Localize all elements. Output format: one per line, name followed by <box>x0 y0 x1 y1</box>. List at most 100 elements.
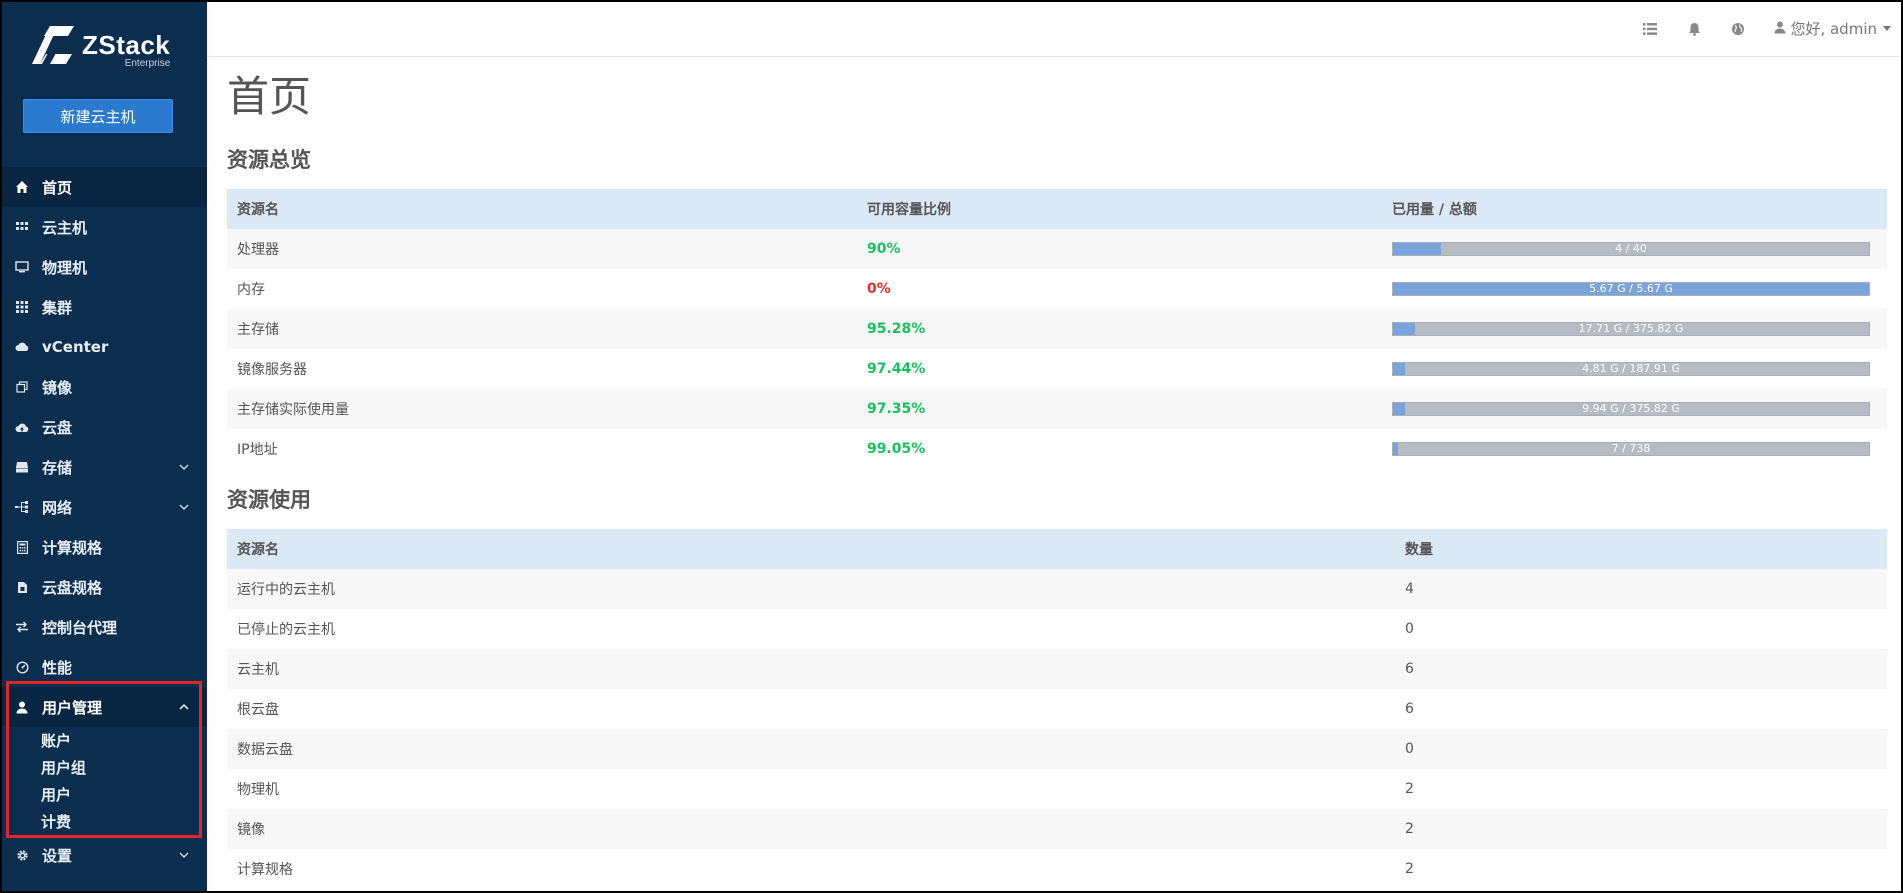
usage-progress-bar: 7 / 738 <box>1392 442 1870 456</box>
user-management-submenu: 账户 用户组 用户 计费 <box>0 727 207 835</box>
table-row: 主存储实际使用量 97.35% 9.94 G / 375.82 G <box>227 389 1887 429</box>
resource-name: 主存储 <box>227 309 857 349</box>
sidebar-item-label: 存储 <box>42 458 73 477</box>
column-header: 资源名 <box>227 529 1395 569</box>
sidebar-item-storage[interactable]: 存储 <box>0 447 207 487</box>
file-icon <box>14 579 30 595</box>
resource-name: 镜像 <box>227 809 1395 849</box>
logo-name: ZStack <box>82 30 171 60</box>
logo-mark-icon <box>32 26 74 64</box>
resource-name: 处理器 <box>227 229 857 269</box>
usage-cell: 9.94 G / 375.82 G <box>1382 389 1887 429</box>
sidebar-item-label: 云主机 <box>42 218 88 237</box>
sidebar-item-label: 首页 <box>42 178 73 197</box>
table-row: 计算规格 2 <box>227 849 1887 889</box>
sidebar-item-label: 计算规格 <box>42 538 103 557</box>
cluster-icon <box>14 299 30 315</box>
table-row: 已停止的云主机 0 <box>227 609 1887 649</box>
column-header: 数量 <box>1395 529 1887 569</box>
resource-count: 6 <box>1395 689 1887 729</box>
sidebar-nav: 首页 云主机 物理机 集群 vCenter 镜像 云盘 存储 网络 计算规格 云… <box>0 167 207 875</box>
sidebar-item-host[interactable]: 物理机 <box>0 247 207 287</box>
gear-icon <box>14 847 30 863</box>
resource-name: 数据云盘 <box>227 729 1395 769</box>
column-header: 资源名 <box>227 189 857 229</box>
sidebar-item-settings[interactable]: 设置 <box>0 835 207 875</box>
calculator-icon <box>14 539 30 555</box>
resource-usage-table: 资源名 数量 运行中的云主机 4 已停止的云主机 0 云主机 6 根云盘 6 数据云盘 0 物理机 2… <box>227 529 1887 889</box>
table-row: IP地址 99.05% 7 / 738 <box>227 429 1887 469</box>
submenu-item-user[interactable]: 用户 <box>41 781 207 808</box>
sidebar-item-label: 控制台代理 <box>42 618 118 637</box>
list-icon[interactable] <box>1642 21 1658 37</box>
table-row: 运行中的云主机 4 <box>227 569 1887 609</box>
table-row: 内存 0% 5.67 G / 5.67 G <box>227 269 1887 309</box>
sidebar-item-cluster[interactable]: 集群 <box>0 287 207 327</box>
usage-cell: 17.71 G / 375.82 G <box>1382 309 1887 349</box>
available-percentage: 97.35% <box>857 389 1382 429</box>
sidebar-item-image[interactable]: 镜像 <box>0 367 207 407</box>
sidebar-item-performance[interactable]: 性能 <box>0 647 207 687</box>
sidebar-item-volume[interactable]: 云盘 <box>0 407 207 447</box>
table-row: 云主机 6 <box>227 649 1887 689</box>
chevron-down-icon <box>179 852 189 859</box>
usage-progress-label: 5.67 G / 5.67 G <box>1589 282 1673 295</box>
usage-cell: 5.67 G / 5.67 G <box>1382 269 1887 309</box>
user-icon <box>1774 20 1786 38</box>
bell-icon[interactable] <box>1686 21 1702 37</box>
resource-overview-table: 资源名 可用容量比例 已用量 / 总额 处理器 90% 4 / 40 内存 0% 5.67… <box>227 189 1887 469</box>
sidebar-item-network[interactable]: 网络 <box>0 487 207 527</box>
usage-progress-bar: 4 / 40 <box>1392 242 1870 256</box>
table-row: 根云盘 6 <box>227 689 1887 729</box>
resource-name: 云主机 <box>227 649 1395 689</box>
usage-progress-label: 7 / 738 <box>1611 442 1651 455</box>
dashboard-icon <box>14 659 30 675</box>
table-row: 物理机 2 <box>227 769 1887 809</box>
main-content: 首页 资源总览 资源名 可用容量比例 已用量 / 总额 处理器 90% 4 / 40… <box>227 57 1887 889</box>
zstack-logo[interactable]: ZStack Enterprise <box>28 22 170 69</box>
sidebar-item-instance-offering[interactable]: 计算规格 <box>0 527 207 567</box>
usage-cell: 4.81 G / 187.91 G <box>1382 349 1887 389</box>
sidebar-item-home[interactable]: 首页 <box>0 167 207 207</box>
table-row: 镜像服务器 97.44% 4.81 G / 187.91 G <box>227 349 1887 389</box>
globe-icon[interactable] <box>1730 21 1746 37</box>
submenu-item-user-group[interactable]: 用户组 <box>41 754 207 781</box>
user-menu[interactable]: 您好, admin <box>1774 18 1891 39</box>
sidebar-item-label: 物理机 <box>42 258 88 277</box>
available-percentage: 0% <box>857 269 1382 309</box>
hdd-icon <box>14 459 30 475</box>
usage-progress-bar: 5.67 G / 5.67 G <box>1392 282 1870 296</box>
resource-name: 镜像服务器 <box>227 349 857 389</box>
new-vm-button[interactable]: 新建云主机 <box>23 99 173 133</box>
submenu-item-account[interactable]: 账户 <box>41 727 207 754</box>
available-percentage: 90% <box>857 229 1382 269</box>
usage-progress-label: 17.71 G / 375.82 G <box>1578 322 1684 335</box>
sidebar-item-label: 设置 <box>42 846 73 865</box>
chevron-down-icon <box>179 464 189 471</box>
sidebar-item-label: vCenter <box>42 338 109 356</box>
sidebar: ZStack Enterprise 新建云主机 首页 云主机 物理机 集群 vC… <box>0 0 207 893</box>
sidebar-item-user-management[interactable]: 用户管理 <box>0 687 207 727</box>
sidebar-item-disk-offering[interactable]: 云盘规格 <box>0 567 207 607</box>
submenu-item-billing[interactable]: 计费 <box>41 808 207 835</box>
usage-progress-bar: 17.71 G / 375.82 G <box>1392 322 1870 336</box>
sidebar-item-vm[interactable]: 云主机 <box>0 207 207 247</box>
available-percentage: 95.28% <box>857 309 1382 349</box>
home-icon <box>14 179 30 195</box>
table-row: 处理器 90% 4 / 40 <box>227 229 1887 269</box>
resource-name: 根云盘 <box>227 689 1395 729</box>
top-bar: 您好, admin <box>207 0 1903 57</box>
user-icon <box>14 699 30 715</box>
resource-name: 物理机 <box>227 769 1395 809</box>
table-row: 主存储 95.28% 17.71 G / 375.82 G <box>227 309 1887 349</box>
usage-section-title: 资源使用 <box>227 488 311 512</box>
resource-count: 4 <box>1395 569 1887 609</box>
sidebar-item-vcenter[interactable]: vCenter <box>0 327 207 367</box>
sidebar-item-console-proxy[interactable]: 控制台代理 <box>0 607 207 647</box>
grid-icon <box>14 219 30 235</box>
usage-progress-label: 9.94 G / 375.82 G <box>1582 402 1680 415</box>
chevron-up-icon <box>179 703 189 710</box>
sidebar-item-label: 用户管理 <box>42 698 103 717</box>
sidebar-item-label: 镜像 <box>42 378 73 397</box>
page-title: 首页 <box>227 72 312 121</box>
